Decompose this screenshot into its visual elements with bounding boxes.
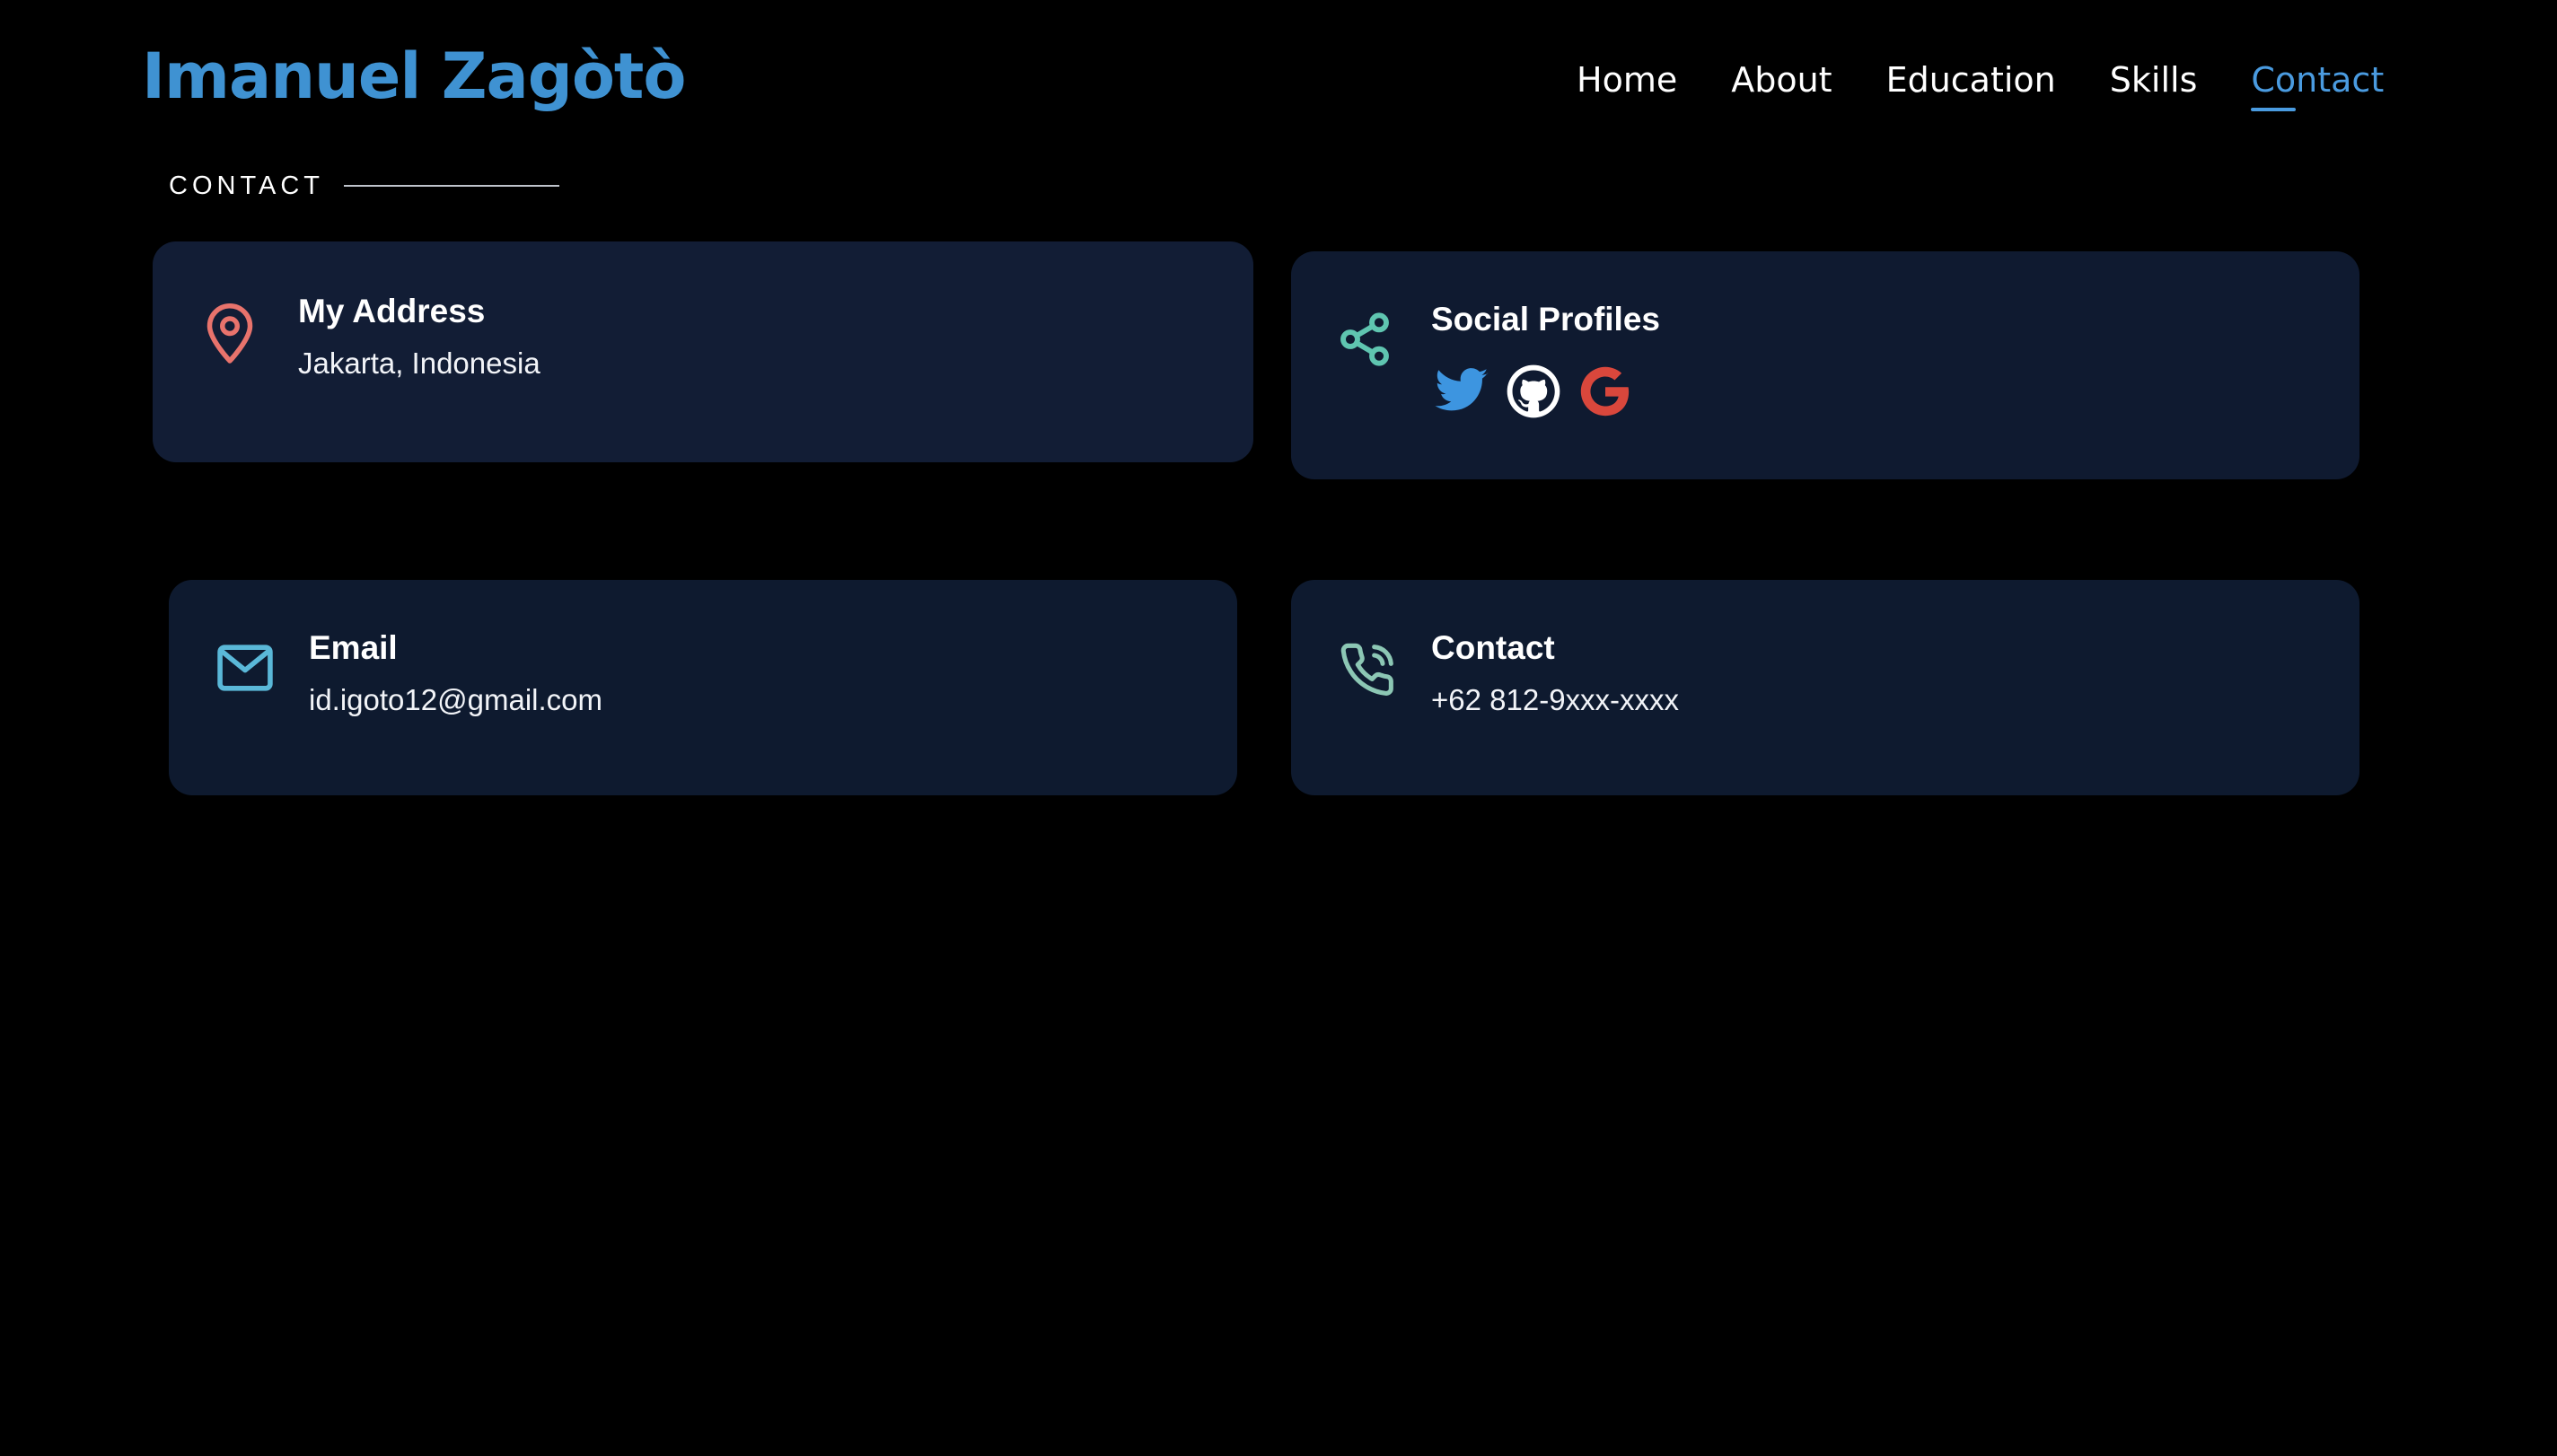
map-pin-icon bbox=[203, 303, 257, 370]
nav-contact[interactable]: Contact bbox=[2251, 48, 2384, 111]
nav-education[interactable]: Education bbox=[1886, 48, 2056, 111]
email-card: Email id.igoto12@gmail.com bbox=[169, 580, 1237, 795]
phone-call-icon bbox=[1340, 641, 1397, 703]
social-card: Social Profiles bbox=[1291, 251, 2359, 479]
page: Imanuel Zagòtò Home About Education Skil… bbox=[0, 0, 2557, 1456]
section-heading: CONTACT bbox=[169, 171, 560, 201]
address-value: Jakarta, Indonesia bbox=[298, 346, 540, 380]
nav-skills[interactable]: Skills bbox=[2110, 48, 2198, 111]
email-value[interactable]: id.igoto12@gmail.com bbox=[309, 682, 602, 718]
main-nav: Home About Education Skills Contact bbox=[1577, 48, 2384, 120]
contact-title: Contact bbox=[1431, 629, 1555, 666]
github-icon[interactable] bbox=[1505, 363, 1562, 420]
section-heading-rule bbox=[344, 185, 560, 187]
mail-icon bbox=[215, 643, 275, 697]
nav-about[interactable]: About bbox=[1731, 48, 1832, 111]
google-icon[interactable] bbox=[1577, 363, 1634, 420]
address-title: My Address bbox=[298, 293, 486, 329]
social-links bbox=[1433, 363, 1648, 420]
twitter-icon[interactable] bbox=[1433, 363, 1490, 420]
contact-card: Contact +62 812-9xxx-xxxx bbox=[1291, 580, 2359, 795]
site-logo[interactable]: Imanuel Zagòtò bbox=[142, 36, 686, 117]
section-heading-text: CONTACT bbox=[169, 171, 325, 200]
address-card: My Address Jakarta, Indonesia bbox=[153, 241, 1253, 462]
email-title: Email bbox=[309, 629, 398, 666]
contact-value[interactable]: +62 812-9xxx-xxxx bbox=[1431, 682, 1679, 718]
nav-home[interactable]: Home bbox=[1577, 48, 1677, 111]
social-title: Social Profiles bbox=[1431, 301, 1660, 338]
share-icon bbox=[1336, 311, 1393, 373]
